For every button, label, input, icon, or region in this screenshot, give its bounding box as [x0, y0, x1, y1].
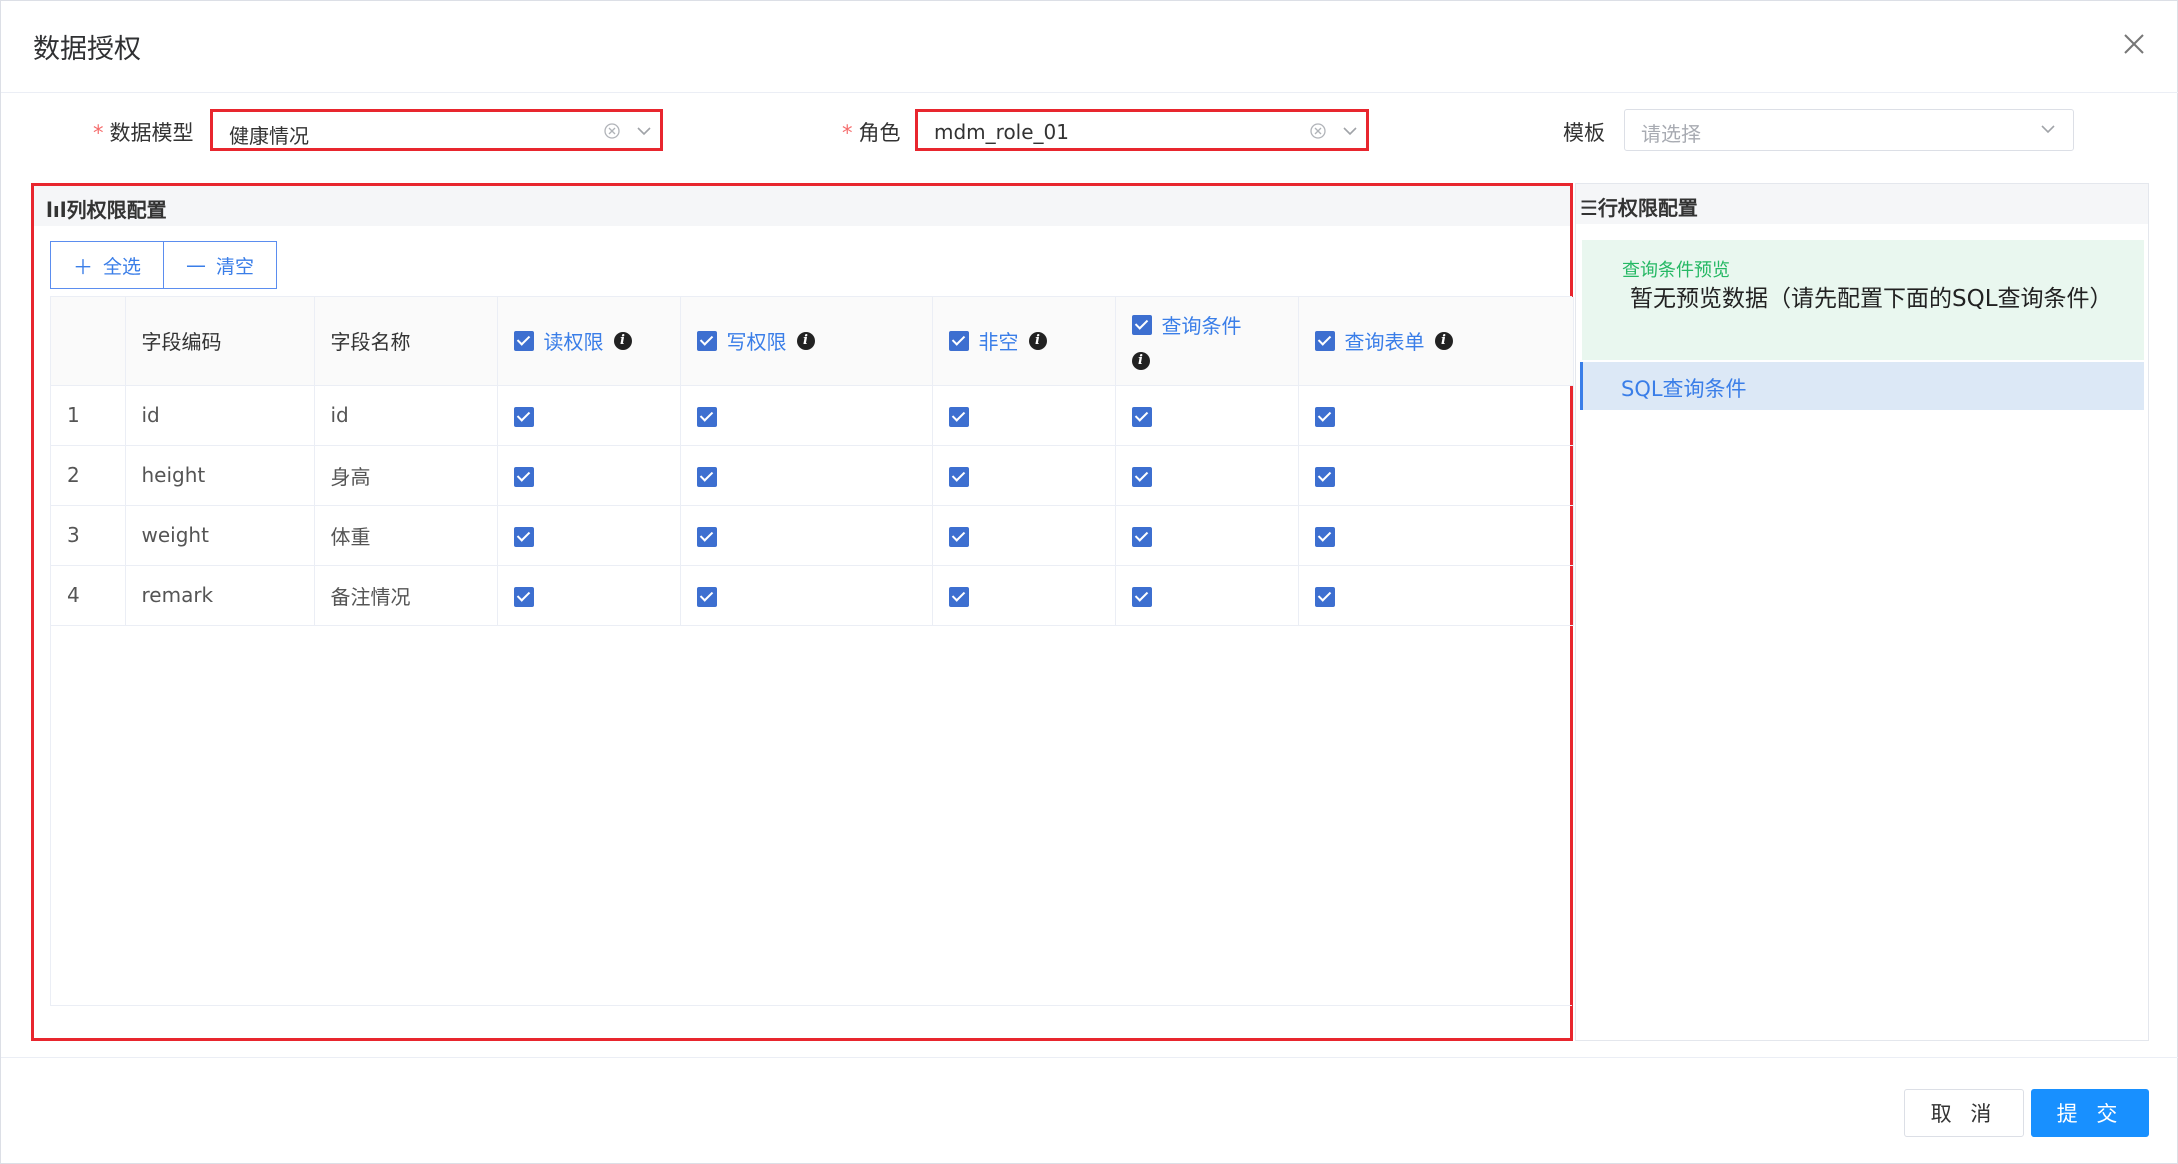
query-cond-checkbox[interactable]: [1131, 466, 1152, 487]
field-code: remark: [125, 565, 315, 626]
write-checkbox[interactable]: [696, 526, 717, 547]
footer-divider: [1, 1057, 2178, 1058]
nonnull-checkbox[interactable]: [948, 526, 969, 547]
role-select[interactable]: mdm_role_01: [915, 109, 1369, 151]
read-checkbox[interactable]: [513, 406, 534, 427]
minus-icon: —: [186, 253, 207, 277]
chevron-down-icon: [637, 127, 651, 136]
info-icon: i: [796, 331, 815, 350]
field-name: 体重: [314, 505, 498, 566]
nonnull-checkbox[interactable]: [948, 406, 969, 427]
row-permission-panel: ☰行权限配置 查询条件预览 暂无预览数据（请先配置下面的SQL查询条件） SQL…: [1575, 183, 2149, 1041]
code-header: 字段编码: [125, 297, 315, 386]
row-panel-header: ☰行权限配置: [1576, 184, 2148, 224]
table-header-row: 字段编码 字段名称 读权限 i 写权限 i 非空 i 查询条件 i 查询表单 i: [51, 297, 1574, 386]
name-header: 字段名称: [314, 297, 498, 386]
nonnull-checkbox[interactable]: [948, 466, 969, 487]
model-label: * 数据模型: [93, 121, 194, 145]
read-checkbox[interactable]: [513, 586, 534, 607]
info-icon: i: [1434, 331, 1453, 350]
table-row: 2 height 身高: [51, 445, 1574, 506]
query-preview-box: 查询条件预览 暂无预览数据（请先配置下面的SQL查询条件）: [1582, 240, 2144, 360]
column-permission-panel: lıl列权限配置 ＋全选 —清空 字段编码 字段名称 读权限i 写权限i: [31, 183, 1574, 1041]
table-row: 1 id id: [51, 385, 1574, 446]
column-panel-title: lıl列权限配置: [46, 198, 167, 222]
field-code: height: [125, 445, 315, 506]
query-form-checkbox[interactable]: [1314, 406, 1335, 427]
query-cond-checkbox[interactable]: [1131, 586, 1152, 607]
query-form-checkbox[interactable]: [1314, 586, 1335, 607]
select-all-button[interactable]: ＋全选: [50, 241, 165, 289]
preview-text: 暂无预览数据（请先配置下面的SQL查询条件）: [1630, 286, 2113, 312]
write-checkbox[interactable]: [696, 466, 717, 487]
template-placeholder: 请选择: [1641, 122, 1701, 146]
cancel-button[interactable]: 取 消: [1904, 1089, 2024, 1137]
submit-button[interactable]: 提 交: [2031, 1089, 2149, 1137]
row-index: 4: [51, 565, 126, 626]
query-form-all-checkbox[interactable]: [1314, 330, 1335, 351]
row-panel-title: ☰行权限配置: [1580, 196, 1698, 220]
preview-label: 查询条件预览: [1622, 260, 1730, 281]
nonnull-checkbox[interactable]: [948, 586, 969, 607]
clear-button[interactable]: — 清空: [163, 241, 278, 289]
row-index: 3: [51, 505, 126, 566]
write-checkbox[interactable]: [696, 406, 717, 427]
model-select-value: 健康情况: [229, 124, 309, 148]
role-select-value: mdm_role_01: [934, 120, 1069, 144]
model-select[interactable]: 健康情况: [210, 109, 663, 151]
template-label: 模板: [1563, 121, 1605, 145]
dialog-title: 数据授权: [33, 34, 141, 65]
clear-circle-icon[interactable]: [1309, 122, 1327, 140]
write-header: 写权限 i: [680, 297, 933, 386]
column-action-buttons: ＋全选 — 清空: [50, 241, 278, 289]
template-select[interactable]: 请选择: [1624, 109, 2074, 151]
field-code: weight: [125, 505, 315, 566]
columns-icon: lıl: [46, 198, 67, 222]
read-checkbox[interactable]: [513, 466, 534, 487]
sql-condition-tab[interactable]: SQL查询条件: [1580, 362, 2144, 410]
field-code: id: [125, 385, 315, 446]
write-all-checkbox[interactable]: [696, 330, 717, 351]
read-all-checkbox[interactable]: [513, 330, 534, 351]
column-permission-table: 字段编码 字段名称 读权限i 写权限i 非空i 查询条件 i 查询表单i: [50, 296, 1574, 1006]
query-cond-all-checkbox[interactable]: [1131, 314, 1152, 335]
query-form-checkbox[interactable]: [1314, 526, 1335, 547]
row-index: 2: [51, 445, 126, 506]
role-label: * 角色: [842, 121, 901, 145]
info-icon: i: [1028, 331, 1047, 350]
query-cond-checkbox[interactable]: [1131, 526, 1152, 547]
chevron-down-icon: [1343, 127, 1357, 136]
field-name: 身高: [314, 445, 498, 506]
info-icon: i: [613, 331, 632, 350]
query-cond-header: 查询条件 i: [1115, 297, 1299, 386]
row-index: 1: [51, 385, 126, 446]
query-form-header: 查询表单 i: [1298, 297, 1574, 386]
index-header: [51, 297, 126, 386]
query-cond-checkbox[interactable]: [1131, 406, 1152, 427]
field-name: id: [314, 385, 498, 446]
data-authorization-dialog: 数据授权 * 数据模型 健康情况 * 角色 mdm_role_01 模板 请选择…: [0, 0, 2178, 1164]
nonnull-all-checkbox[interactable]: [948, 330, 969, 351]
close-icon[interactable]: [2119, 29, 2149, 59]
chevron-down-icon: [2041, 125, 2055, 134]
sql-condition-label: SQL查询条件: [1621, 377, 1747, 401]
list-icon: ☰: [1580, 196, 1598, 220]
query-form-checkbox[interactable]: [1314, 466, 1335, 487]
write-checkbox[interactable]: [696, 586, 717, 607]
plus-icon: ＋: [73, 254, 93, 279]
column-panel-header: lıl列权限配置: [34, 186, 1570, 226]
info-icon: i: [1131, 352, 1150, 370]
clear-circle-icon[interactable]: [603, 122, 621, 140]
nonnull-header: 非空 i: [932, 297, 1116, 386]
read-checkbox[interactable]: [513, 526, 534, 547]
field-name: 备注情况: [314, 565, 498, 626]
form-row: * 数据模型 健康情况 * 角色 mdm_role_01 模板 请选择: [1, 107, 2178, 153]
table-row: 4 remark 备注情况: [51, 565, 1574, 626]
read-header: 读权限 i: [497, 297, 681, 386]
table-row: 3 weight 体重: [51, 505, 1574, 566]
dialog-header: 数据授权: [1, 1, 2178, 93]
